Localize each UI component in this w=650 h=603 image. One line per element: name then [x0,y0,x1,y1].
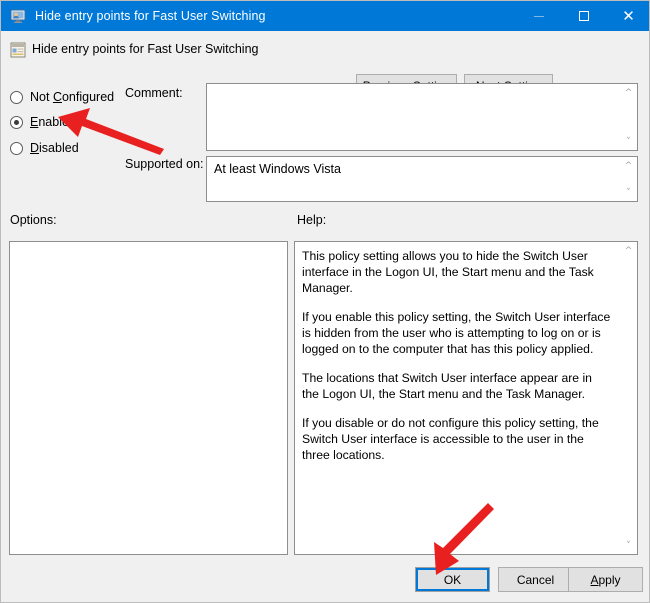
comment-scrollbar[interactable]: ^ ˅ [619,84,637,150]
apply-label-rest: pply [598,572,621,587]
scroll-down-icon[interactable]: ˅ [620,537,637,554]
ok-button[interactable]: OK [415,567,490,592]
scroll-up-icon[interactable]: ^ [620,84,637,101]
radio-disabled-label: Disabled [30,141,79,155]
title-bar: Hide entry points for Fast User Switchin… [1,1,649,31]
help-text: This policy setting allows you to hide t… [302,248,612,463]
help-panel[interactable]: This policy setting allows you to hide t… [294,241,638,555]
monitor-user-icon [10,8,26,24]
help-paragraph: If you disable or do not configure this … [302,416,599,462]
close-icon[interactable]: ✕ [606,1,649,31]
comment-input[interactable]: ^ ˅ [206,83,638,151]
header-row: Hide entry points for Fast User Switchin… [1,31,649,98]
scroll-up-icon[interactable]: ^ [620,157,637,174]
cancel-button[interactable]: Cancel [498,567,573,592]
supported-on-scrollbar[interactable]: ^ ˅ [619,157,637,201]
help-paragraph: This policy setting allows you to hide t… [302,249,594,295]
policy-setting-icon [10,42,26,58]
setting-title: Hide entry points for Fast User Switchin… [32,42,259,56]
radio-not-configured-mark[interactable] [10,90,23,104]
apply-accel: A [590,572,599,587]
scroll-down-icon[interactable]: ˅ [620,184,637,201]
apply-button[interactable]: Apply [568,567,643,592]
radio-enabled[interactable]: Enabled [10,113,76,131]
window-title: Hide entry points for Fast User Switchin… [35,9,266,23]
radio-disabled-mark[interactable] [10,141,23,155]
scroll-down-icon[interactable]: ˅ [620,133,637,150]
radio-enabled-mark[interactable] [10,115,23,129]
group-policy-setting-dialog: Hide entry points for Fast User Switchin… [0,0,650,603]
minimize-icon[interactable] [516,1,561,31]
scroll-up-icon[interactable]: ^ [620,242,637,259]
options-panel[interactable] [9,241,288,555]
window-controls: ✕ [516,1,649,31]
supported-on-field[interactable]: At least Windows Vista ^ ˅ [206,156,638,202]
help-paragraph: If you enable this policy setting, the S… [302,310,611,356]
radio-not-configured[interactable]: Not Configured [10,88,114,106]
supported-on-value: At least Windows Vista [214,162,341,176]
help-paragraph: The locations that Switch User interface… [302,371,592,401]
maximize-icon[interactable] [561,1,606,31]
radio-enabled-label: Enabled [30,115,76,129]
radio-not-configured-label: Not Configured [30,90,115,104]
help-label: Help: [297,213,327,227]
comment-label: Comment: [125,86,183,100]
radio-disabled[interactable]: Disabled [10,139,79,157]
options-label: Options: [10,213,57,227]
help-scrollbar[interactable]: ^ ˅ [619,242,637,554]
supported-on-label: Supported on: [125,157,204,171]
